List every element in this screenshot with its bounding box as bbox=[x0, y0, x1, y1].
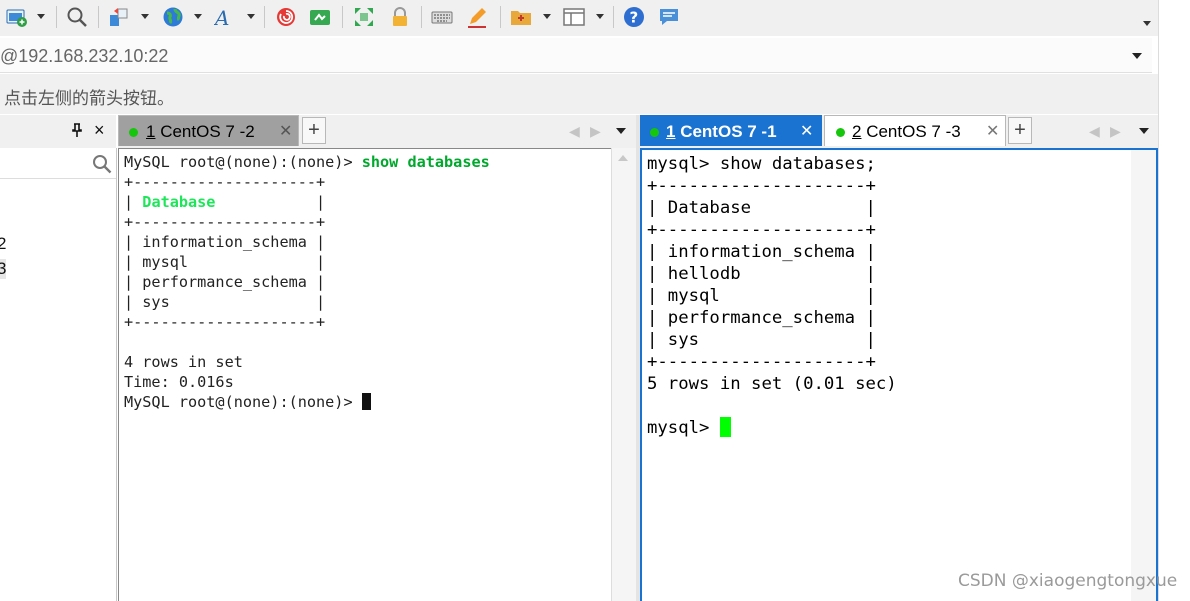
new-tab-button[interactable]: + bbox=[302, 117, 326, 144]
left-terminal[interactable]: MySQL root@(none):(none)> show databases… bbox=[118, 148, 611, 601]
sidebar-close-button[interactable]: × bbox=[94, 120, 105, 141]
tab-close-button[interactable]: ✕ bbox=[279, 121, 292, 141]
connected-status-dot bbox=[836, 128, 845, 137]
table-row: | mysql | bbox=[647, 286, 876, 306]
svg-text:?: ? bbox=[630, 9, 639, 27]
table-row: | performance_schema | bbox=[647, 308, 876, 328]
table-row: | sys | bbox=[124, 293, 326, 311]
tab-centos-7-2[interactable]: 1 CentOS 7 -2 ✕ bbox=[118, 115, 299, 146]
result-summary: 5 rows in set (0.01 sec) bbox=[647, 374, 897, 394]
tab-list-dropdown-caret[interactable] bbox=[1139, 128, 1149, 134]
folder-dropdown-caret[interactable] bbox=[543, 14, 551, 19]
help-icon[interactable]: ? bbox=[623, 6, 645, 28]
terminal-cursor bbox=[361, 393, 371, 410]
toolbar-separator bbox=[613, 6, 614, 28]
toolbar-separator bbox=[500, 6, 501, 28]
terminal-line: MySQL root@(none):(none)> show databases bbox=[124, 153, 490, 171]
svg-text:A: A bbox=[214, 6, 229, 28]
sidebar-item-cut[interactable]: 2 bbox=[0, 234, 6, 254]
scroll-up-arrow[interactable] bbox=[618, 155, 628, 161]
new-session-dropdown-caret[interactable] bbox=[37, 14, 45, 19]
search-icon[interactable] bbox=[66, 6, 88, 28]
table-row: | hellodb | bbox=[647, 264, 876, 284]
sidebar-panel bbox=[0, 148, 117, 601]
table-header: | Database | bbox=[647, 198, 876, 218]
table-border: +--------------------+ bbox=[647, 176, 876, 196]
tab-scroll-left-button[interactable]: ◀ bbox=[569, 123, 580, 140]
table-row: | performance_schema | bbox=[124, 273, 326, 291]
sidebar-item-cut[interactable]: 3 bbox=[0, 259, 7, 279]
toolbar-overflow-caret[interactable] bbox=[1143, 21, 1151, 26]
pen-icon[interactable] bbox=[466, 6, 488, 28]
table-border: +--------------------+ bbox=[647, 352, 876, 372]
connected-status-dot bbox=[650, 128, 659, 137]
chat-icon[interactable] bbox=[658, 6, 680, 28]
swirl-icon[interactable] bbox=[275, 6, 297, 28]
table-row: | sys | bbox=[647, 330, 876, 350]
result-time: Time: 0.016s bbox=[124, 373, 234, 391]
tab-label: 1 CentOS 7 -2 bbox=[146, 122, 255, 141]
tab-scroll-right-button[interactable]: ▶ bbox=[590, 123, 601, 140]
hint-text: 点击左侧的箭头按钮。 bbox=[4, 89, 174, 109]
font-dropdown-caret[interactable] bbox=[247, 14, 255, 19]
tab-centos-7-1[interactable]: 1 CentOS 7 -1 ✕ bbox=[640, 115, 822, 146]
table-border: +--------------------+ bbox=[647, 220, 876, 240]
globe-icon[interactable] bbox=[162, 6, 184, 28]
terminal-line: mysql> show databases; bbox=[647, 154, 876, 174]
address-text: @192.168.232.10:22 bbox=[0, 46, 169, 66]
folder-icon[interactable] bbox=[510, 6, 532, 28]
table-header: | Database | bbox=[124, 193, 326, 211]
new-session-icon[interactable] bbox=[6, 6, 28, 28]
right-terminal[interactable]: mysql> show databases; +----------------… bbox=[640, 148, 1131, 601]
terminal-prompt: mysql> bbox=[647, 417, 731, 439]
tab-list-dropdown-caret[interactable] bbox=[616, 128, 626, 134]
hint-bar: 点击左侧的箭头按钮。 bbox=[0, 74, 1158, 114]
watermark: CSDN @xiaogengtongxue bbox=[958, 571, 1178, 591]
tab-label: 1 CentOS 7 -1 bbox=[666, 122, 777, 141]
toolbar-separator bbox=[264, 6, 265, 28]
search-icon[interactable] bbox=[92, 154, 112, 174]
table-row: | information_schema | bbox=[124, 233, 326, 251]
connected-status-dot bbox=[129, 128, 138, 137]
globe-dropdown-caret[interactable] bbox=[194, 14, 202, 19]
table-border: +--------------------+ bbox=[124, 313, 326, 331]
xftp-icon[interactable] bbox=[309, 6, 331, 28]
main-toolbar: A ? bbox=[0, 0, 1158, 36]
tab-scroll-left-button[interactable]: ◀ bbox=[1089, 123, 1100, 140]
toolbar-separator bbox=[421, 6, 422, 28]
new-tab-button[interactable]: + bbox=[1008, 117, 1032, 144]
tab-close-button[interactable]: ✕ bbox=[986, 121, 999, 141]
tab-scroll-right-button[interactable]: ▶ bbox=[1110, 123, 1121, 140]
fullscreen-icon[interactable] bbox=[353, 6, 375, 28]
terminal-prompt: MySQL root@(none):(none)> bbox=[124, 392, 371, 412]
layout-icon[interactable] bbox=[563, 6, 585, 28]
toolbar-separator bbox=[56, 6, 57, 28]
transfer-dropdown-caret[interactable] bbox=[141, 14, 149, 19]
toolbar-separator bbox=[342, 6, 343, 28]
address-dropdown-caret[interactable] bbox=[1132, 53, 1142, 59]
left-pane-tabbar: 1 CentOS 7 -2 ✕ + ◀ ▶ bbox=[118, 115, 636, 148]
right-pane-tabbar: 1 CentOS 7 -1 ✕ 2 CentOS 7 -3 ✕ + ◀ ▶ bbox=[640, 115, 1158, 148]
font-icon[interactable]: A bbox=[214, 6, 236, 28]
right-terminal-scrollbar[interactable] bbox=[1131, 148, 1158, 601]
table-border: +--------------------+ bbox=[124, 213, 326, 231]
sidebar-search[interactable] bbox=[0, 150, 116, 179]
transfer-icon[interactable] bbox=[108, 6, 130, 28]
result-summary: 4 rows in set bbox=[124, 353, 243, 371]
tab-close-button[interactable]: ✕ bbox=[800, 121, 813, 141]
left-terminal-scrollbar[interactable] bbox=[611, 148, 636, 601]
lock-icon[interactable] bbox=[389, 6, 411, 28]
toolbar-separator bbox=[98, 6, 99, 28]
window-right-edge bbox=[1158, 0, 1190, 601]
table-row: | mysql | bbox=[124, 253, 326, 271]
address-bar[interactable]: @192.168.232.10:22 bbox=[0, 38, 1152, 73]
pin-icon[interactable] bbox=[71, 123, 83, 137]
terminal-cursor bbox=[719, 417, 731, 437]
table-row: | information_schema | bbox=[647, 242, 876, 262]
table-border: +--------------------+ bbox=[124, 173, 326, 191]
keyboard-icon[interactable] bbox=[431, 6, 453, 28]
tab-centos-7-3[interactable]: 2 CentOS 7 -3 ✕ bbox=[824, 115, 1006, 146]
layout-dropdown-caret[interactable] bbox=[596, 14, 604, 19]
tab-label: 2 CentOS 7 -3 bbox=[852, 122, 961, 141]
